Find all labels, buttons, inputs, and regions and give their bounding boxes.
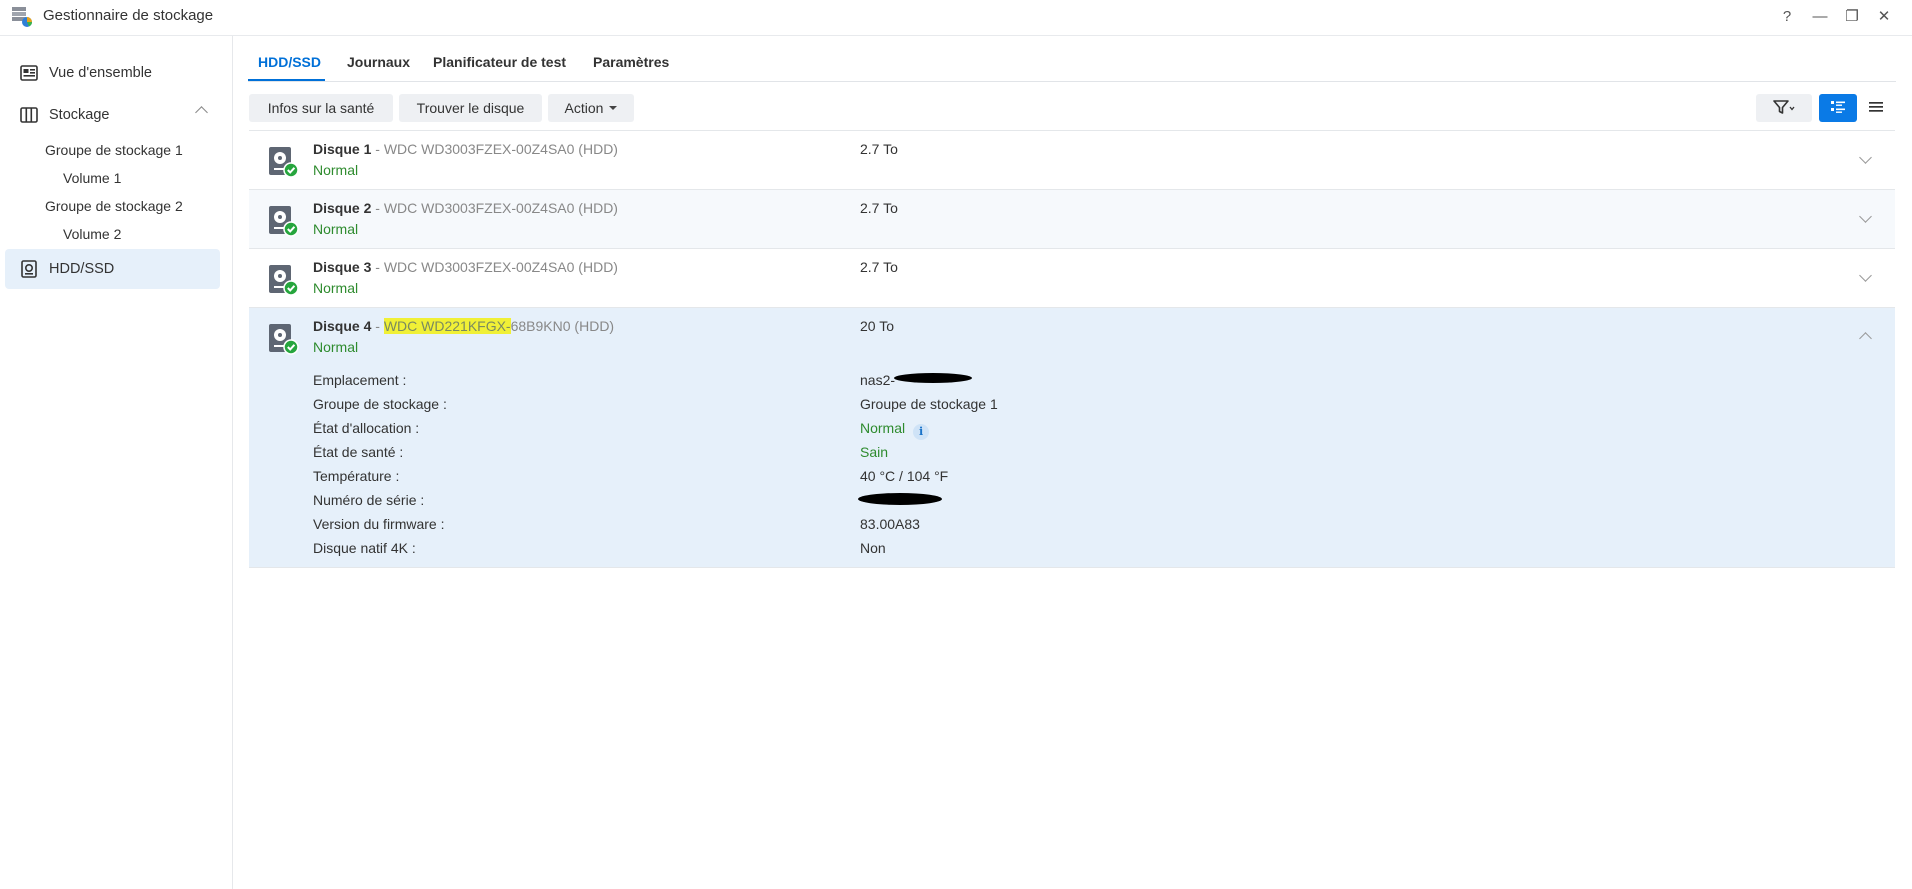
- disk-size: 20 To: [860, 318, 894, 334]
- detail-label-storage-pool: Groupe de stockage :: [313, 396, 447, 412]
- disk-size: 2.7 To: [860, 259, 898, 275]
- disk-status: Normal: [313, 162, 359, 178]
- redaction-mark: [894, 373, 972, 383]
- disk-title: Disque 1 - WDC WD3003FZEX-00Z4SA0 (HDD): [313, 141, 618, 157]
- disk-model: 68B9KN0 (HDD): [510, 318, 615, 334]
- window-title: Gestionnaire de stockage: [43, 7, 214, 24]
- hdd-healthy-icon: [267, 146, 299, 178]
- chevron-down-icon[interactable]: [1859, 210, 1872, 223]
- active-tab-indicator: [248, 79, 325, 81]
- disk-row-3[interactable]: Disque 3 - WDC WD3003FZEX-00Z4SA0 (HDD) …: [249, 249, 1895, 308]
- sidebar-item-volume-1[interactable]: Volume 1: [63, 170, 121, 186]
- sidebar-item-storage-pool-2[interactable]: Groupe de stockage 2: [45, 198, 183, 214]
- tab-logs[interactable]: Journaux: [347, 54, 410, 70]
- disk-row-4-expanded[interactable]: Disque 4 - WDC WD221KFGX-68B9KN0 (HDD) N…: [249, 308, 1895, 568]
- disk-status: Normal: [313, 339, 359, 355]
- disk-status: Normal: [313, 221, 359, 237]
- hdd-healthy-icon: [267, 323, 299, 355]
- disk-separator: -: [371, 200, 384, 216]
- detail-label-allocation-status: État d'allocation :: [313, 420, 420, 436]
- tab-hdd-ssd[interactable]: HDD/SSD: [258, 54, 321, 70]
- sidebar-item-hdd-ssd[interactable]: HDD/SSD: [5, 249, 220, 289]
- disk-row-1[interactable]: Disque 1 - WDC WD3003FZEX-00Z4SA0 (HDD) …: [249, 131, 1895, 190]
- close-button[interactable]: ✕: [1869, 5, 1899, 27]
- hdd-healthy-icon: [267, 205, 299, 237]
- sidebar-item-storage-pool-1[interactable]: Groupe de stockage 1: [45, 142, 183, 158]
- detail-value-health-status: Sain: [860, 444, 889, 460]
- disk-title: Disque 2 - WDC WD3003FZEX-00Z4SA0 (HDD): [313, 200, 618, 216]
- hdd-icon: [19, 259, 39, 279]
- disk-name: Disque 4: [313, 318, 372, 334]
- filter-icon: [1773, 99, 1795, 118]
- detail-value-temperature: 40 °C / 104 °F: [860, 468, 949, 484]
- disk-title: Disque 4 - WDC WD221KFGX-68B9KN0 (HDD): [313, 318, 614, 334]
- sidebar-item-label: Stockage: [49, 107, 110, 123]
- overview-icon: [19, 63, 39, 83]
- sidebar-item-storage[interactable]: Stockage: [5, 95, 220, 135]
- redaction-mark: [858, 493, 942, 505]
- tab-bar: HDD/SSD Journaux Planificateur de test P…: [248, 36, 1896, 82]
- disk-model: WDC WD3003FZEX-00Z4SA0 (HDD): [383, 141, 618, 157]
- detail-value-location: nas2-: [860, 372, 896, 388]
- filter-button[interactable]: [1756, 94, 1812, 122]
- disk-name: Disque 1: [313, 141, 372, 157]
- sidebar: Vue d'ensemble Stockage Groupe de stocka…: [0, 36, 233, 889]
- storage-icon: [19, 105, 39, 125]
- tab-test-scheduler[interactable]: Planificateur de test: [433, 54, 566, 70]
- minimize-button[interactable]: —: [1805, 5, 1835, 27]
- find-disk-button[interactable]: Trouver le disque: [399, 94, 542, 122]
- detail-value-allocation-status: Normal i: [860, 420, 930, 440]
- restore-button[interactable]: ❐: [1837, 5, 1867, 27]
- detail-label-serial-number: Numéro de série :: [313, 492, 425, 508]
- disk-separator: -: [371, 141, 384, 157]
- disk-name: Disque 2: [313, 200, 372, 216]
- disk-separator: -: [371, 259, 384, 275]
- disk-model-highlighted: WDC WD221KFGX-: [383, 318, 511, 334]
- action-dropdown-button[interactable]: Action: [548, 94, 634, 122]
- caret-down-icon: [609, 106, 618, 110]
- list-view-icon: [1869, 100, 1883, 116]
- disk-model: WDC WD3003FZEX-00Z4SA0 (HDD): [383, 200, 618, 216]
- detail-label-health-status: État de santé :: [313, 444, 404, 460]
- list-view-button[interactable]: [1857, 94, 1895, 122]
- detail-label-firmware: Version du firmware :: [313, 516, 445, 532]
- sidebar-item-label: HDD/SSD: [49, 261, 115, 277]
- detail-label-temperature: Température :: [313, 468, 400, 484]
- chevron-up-icon[interactable]: [1859, 332, 1872, 345]
- sidebar-item-volume-2[interactable]: Volume 2: [63, 226, 121, 242]
- chevron-down-icon[interactable]: [1859, 269, 1872, 282]
- card-view-button[interactable]: [1819, 94, 1857, 122]
- disk-model: WDC WD3003FZEX-00Z4SA0 (HDD): [383, 259, 618, 275]
- disk-size: 2.7 To: [860, 200, 898, 216]
- sidebar-item-label: Vue d'ensemble: [49, 65, 152, 81]
- help-button[interactable]: ?: [1772, 5, 1802, 27]
- chevron-up-icon[interactable]: [195, 106, 208, 119]
- disk-status: Normal: [313, 280, 359, 296]
- disk-size: 2.7 To: [860, 141, 898, 157]
- disk-separator: -: [371, 318, 384, 334]
- storage-manager-app-icon: [10, 4, 34, 28]
- info-icon[interactable]: i: [913, 424, 930, 440]
- allocation-status-text: Normal: [860, 420, 906, 436]
- title-bar: Gestionnaire de stockage ? — ❐ ✕: [0, 0, 1912, 36]
- detail-value-native-4k: Non: [860, 540, 886, 556]
- disk-row-2[interactable]: Disque 2 - WDC WD3003FZEX-00Z4SA0 (HDD) …: [249, 190, 1895, 249]
- chevron-down-icon[interactable]: [1859, 151, 1872, 164]
- detail-label-location: Emplacement :: [313, 372, 407, 388]
- tab-settings[interactable]: Paramètres: [593, 54, 669, 70]
- sidebar-item-overview[interactable]: Vue d'ensemble: [5, 53, 220, 93]
- card-view-icon: [1830, 100, 1846, 117]
- detail-label-native-4k: Disque natif 4K :: [313, 540, 416, 556]
- action-button-label: Action: [564, 100, 604, 116]
- hdd-healthy-icon: [267, 264, 299, 296]
- detail-value-firmware: 83.00A83: [860, 516, 920, 532]
- disk-title: Disque 3 - WDC WD3003FZEX-00Z4SA0 (HDD): [313, 259, 618, 275]
- health-info-button[interactable]: Infos sur la santé: [249, 94, 393, 122]
- detail-value-storage-pool: Groupe de stockage 1: [860, 396, 998, 412]
- disk-name: Disque 3: [313, 259, 372, 275]
